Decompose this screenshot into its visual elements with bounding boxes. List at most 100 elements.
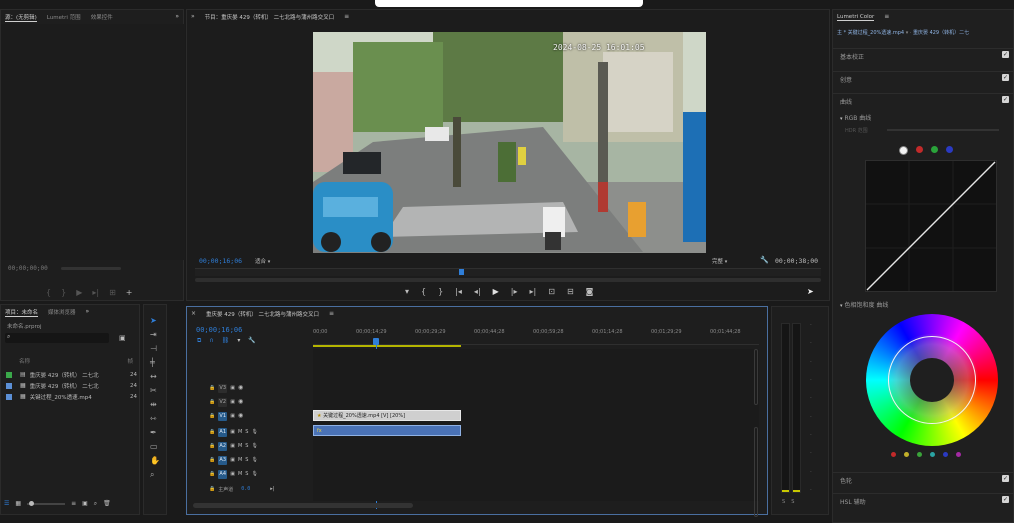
timeline-ruler[interactable]: 00;00 00;00;14;29 00;00;29;29 00;00;44;2… (313, 329, 759, 345)
swatch-green[interactable] (917, 452, 922, 457)
track-label[interactable]: V2 (218, 397, 228, 407)
add-marker-icon[interactable]: ▾ (237, 337, 240, 345)
panel-menu-icon[interactable]: » (175, 13, 179, 21)
swatch-magenta[interactable] (956, 452, 961, 457)
program-scrub-ruler[interactable] (195, 268, 821, 276)
program-timecode-current[interactable]: 00;00;16;06 (199, 257, 242, 265)
hdr-range-slider[interactable]: HDR 范围 (845, 127, 1005, 134)
eye-icon[interactable]: ◉ (238, 384, 243, 392)
project-search-field[interactable]: ⌕ (5, 333, 109, 343)
timeline-playhead-head[interactable] (373, 338, 379, 345)
track-label[interactable]: V1 (218, 411, 228, 421)
slide-tool-icon[interactable]: ⇿ (150, 414, 157, 423)
swatch-cyan[interactable] (930, 452, 935, 457)
section-basic-correction[interactable]: 基本校正 ✓ (833, 48, 1014, 61)
channel-green-dot[interactable] (931, 146, 938, 153)
solo-icon[interactable]: S (245, 442, 248, 450)
tab-media-browser[interactable]: 媒体浏览器 (48, 308, 76, 316)
channel-white-dot[interactable] (899, 146, 908, 155)
zoom-slider[interactable] (27, 501, 66, 506)
sync-lock-icon[interactable]: ▣ (230, 470, 235, 478)
section-color-wheels[interactable]: 色轮 ✓ (833, 472, 1014, 485)
section-creative[interactable]: 创意 ✓ (833, 71, 1014, 84)
program-video-frame[interactable]: 2024-08-25 16:01:05 (313, 32, 706, 253)
list-view-icon[interactable]: ☰ (4, 500, 9, 508)
track-label[interactable]: V3 (218, 383, 228, 393)
audio-clip[interactable]: fx (313, 425, 461, 436)
playhead-marker[interactable] (459, 269, 464, 275)
wrench-icon[interactable]: 🔧 (760, 256, 769, 264)
checkbox-basic-correction[interactable]: ✓ (1002, 51, 1009, 58)
track-label[interactable]: A4 (218, 469, 228, 479)
quality-dropdown[interactable]: 完整 ▾ (712, 257, 727, 266)
lift-icon[interactable]: ⊡ (548, 288, 555, 296)
step-forward-icon[interactable]: |▸ (511, 288, 518, 296)
slip-tool-icon[interactable]: ⇹ (150, 400, 157, 409)
solo-right-button[interactable]: S (791, 499, 794, 505)
export-frame-icon[interactable]: ◙ (586, 288, 594, 296)
menu-icon[interactable]: ≡ (329, 310, 334, 318)
video-clip[interactable]: ★ 关键过程_20%透速.mp4 [V] [20%] (313, 410, 461, 421)
menu-icon[interactable]: ≡ (884, 13, 889, 21)
lock-icon[interactable]: 🔒 (209, 384, 215, 392)
close-icon[interactable]: × (191, 310, 196, 318)
voiceover-mic-icon[interactable]: 🎙 (251, 428, 257, 436)
solo-icon[interactable]: S (245, 428, 248, 436)
rgb-curve-graph[interactable] (865, 160, 997, 292)
lock-icon[interactable]: 🔒 (209, 428, 215, 436)
step-forward-icon[interactable]: ▸| (92, 289, 99, 297)
lumetri-clip-selector[interactable]: 主 * 关键过程_20%透速.mp4 ▾ · 重庆晏 429（转机）二七 (837, 29, 1011, 36)
track-v1[interactable]: 🔒 V1 ▣ ◉ (209, 410, 309, 422)
menu-icon[interactable]: ≡ (344, 13, 349, 21)
nest-toggle-icon[interactable]: ⧉ (197, 337, 201, 345)
new-item-icon[interactable]: ▣ (82, 500, 88, 508)
work-area-bar[interactable] (313, 345, 461, 347)
icon-view-icon[interactable]: ▦ (15, 500, 21, 508)
track-v2[interactable]: 🔒 V2 ▣ ◉ (209, 396, 309, 408)
add-marker-icon[interactable]: ▾ (405, 288, 409, 296)
track-a1[interactable]: 🔒 A1 ▣ M S 🎙 (209, 426, 309, 438)
pen-tool-icon[interactable]: ✒ (150, 428, 157, 437)
track-label[interactable]: A2 (218, 441, 228, 451)
track-area[interactable]: ★ 关键过程_20%透速.mp4 [V] [20%] fx (313, 349, 759, 517)
track-label[interactable]: A1 (218, 427, 228, 437)
mark-in-icon[interactable]: { (421, 288, 426, 296)
source-zoom-scrollbar[interactable] (61, 267, 121, 270)
razor-tool-icon[interactable]: ✂ (150, 386, 157, 395)
voiceover-mic-icon[interactable]: 🎙 (251, 442, 257, 450)
source-timecode[interactable]: 00;00;00;00 (8, 265, 48, 272)
checkbox-color-wheels[interactable]: ✓ (1002, 475, 1009, 482)
program-title[interactable]: 节目：重庆晏 429（转机） 二七北路与蒲州路交叉口 (205, 13, 335, 21)
wrench-icon[interactable]: 🔧 (248, 337, 255, 345)
voiceover-mic-icon[interactable]: 🎙 (251, 456, 257, 464)
program-zoom-scrollbar[interactable] (195, 278, 821, 282)
go-to-in-icon[interactable]: |◂ (455, 288, 462, 296)
eye-icon[interactable]: ◉ (238, 398, 243, 406)
lock-icon[interactable]: 🔒 (209, 442, 215, 450)
mute-icon[interactable]: M (238, 470, 242, 478)
voiceover-mic-icon[interactable]: 🎙 (251, 470, 257, 478)
channel-blue-dot[interactable] (946, 146, 953, 153)
mix-value[interactable]: 0.0 (241, 486, 250, 492)
track-select-tool-icon[interactable]: ⇥ (150, 330, 157, 339)
extract-icon[interactable]: ⊟ (567, 288, 574, 296)
section-hsl-secondary[interactable]: HSL 辅助 ✓ (833, 493, 1014, 506)
rectangle-tool-icon[interactable]: ▭ (150, 442, 158, 451)
column-name[interactable]: 名称 (19, 359, 30, 365)
swatch-red[interactable] (891, 452, 896, 457)
list-item[interactable]: ▦ 关键过程_20%透速.mp4 24 (1, 391, 141, 402)
timeline-sequence-title[interactable]: 重庆晏 429（转机） 二七北路与蒲州路交叉口 (206, 310, 319, 318)
sort-icon[interactable]: ≡ (71, 500, 76, 508)
play-icon[interactable]: ▶ (76, 289, 82, 297)
tab-effect-controls[interactable]: 效果控件 (91, 13, 113, 21)
solo-icon[interactable]: S (245, 470, 248, 478)
swatch-blue[interactable] (943, 452, 948, 457)
column-rate[interactable]: 帧 (127, 357, 133, 365)
hue-wheel[interactable] (866, 314, 998, 446)
eye-icon[interactable]: ◉ (238, 412, 243, 420)
track-v3[interactable]: 🔒 V3 ▣ ◉ (209, 382, 309, 394)
track-master[interactable]: 🔒 主声道 0.0 ▸| (209, 483, 309, 495)
tab-lumetri-color[interactable]: Lumetri Color (837, 14, 875, 21)
sync-lock-icon[interactable]: ▣ (230, 428, 235, 436)
go-to-out-icon[interactable]: ▸| (530, 288, 537, 296)
